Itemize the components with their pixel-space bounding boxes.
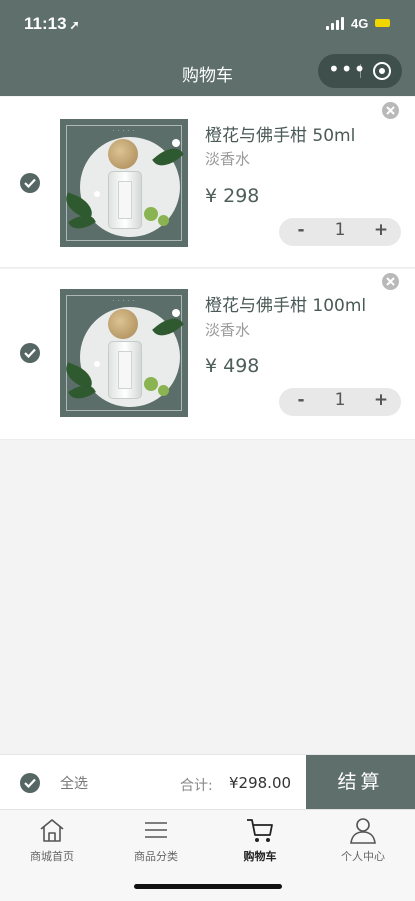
close-icon [386,106,395,115]
quantity-stepper: - 1 + [279,388,401,416]
checkout-button[interactable]: 结算 [306,755,415,810]
check-icon [24,348,36,358]
total-label: 合计: [180,778,213,794]
item-checkbox[interactable] [20,173,40,193]
remove-item-button[interactable] [382,273,399,290]
check-icon [24,778,36,788]
tab-categories[interactable]: 商品分类 [106,816,206,864]
remove-item-button[interactable] [382,102,399,119]
network-type: 4G [351,16,369,31]
increase-button[interactable]: + [371,390,391,410]
home-indicator [134,884,282,889]
cart-item: · · · · · 橙花与佛手柑 50ml 淡香水 ¥ 298 - 1 + [0,97,415,268]
quantity-value[interactable]: 1 [325,390,355,410]
decrease-button[interactable]: - [291,390,311,410]
more-icon[interactable]: ••• [328,59,365,80]
product-subtitle: 淡香水 [205,321,251,339]
cart-icon [247,819,273,842]
product-image[interactable]: · · · · · [60,119,188,247]
product-image[interactable]: · · · · · [60,289,188,417]
user-icon [350,818,376,844]
select-all-label[interactable]: 全选 [60,773,88,793]
increase-button[interactable]: + [371,220,391,240]
tab-cart[interactable]: 购物车 [210,816,310,864]
cart-item: · · · · · 橙花与佛手柑 100ml 淡香水 ¥ 498 - 1 + [0,269,415,440]
product-subtitle: 淡香水 [205,150,251,168]
tab-label: 个人中心 [341,850,385,863]
close-miniprogram-icon[interactable] [373,62,391,80]
tab-profile[interactable]: 个人中心 [313,816,413,864]
select-all-checkbox[interactable] [20,773,40,793]
signal-icon [326,17,346,30]
brand-mark: · · · · · [112,298,136,304]
quantity-stepper: - 1 + [279,218,401,246]
tab-label: 购物车 [243,850,277,863]
quantity-value[interactable]: 1 [325,220,355,240]
location-arrow-icon: ➚ [69,18,80,32]
product-name[interactable]: 橙花与佛手柑 50ml [205,121,355,146]
battery-icon [375,19,390,27]
decrease-button[interactable]: - [291,220,311,240]
checkout-bar: 全选 合计: ¥298.00 结算 [0,754,415,810]
tab-label: 商品分类 [134,850,178,863]
tab-label: 商城首页 [30,850,74,863]
item-checkbox[interactable] [20,343,40,363]
close-icon [386,277,395,286]
status-time: 11:13 ➚ [24,14,80,33]
product-price: ¥ 498 [205,355,260,377]
list-icon [145,822,167,838]
home-icon [40,819,64,842]
tab-home[interactable]: 商城首页 [2,816,102,864]
capsule-divider [360,64,361,78]
miniprogram-capsule: ••• [318,54,402,88]
status-bar: 11:13 ➚ 4G [0,0,415,48]
product-name[interactable]: 橙花与佛手柑 100ml [205,291,366,316]
brand-mark: · · · · · [112,128,136,134]
total-value: ¥298.00 [229,774,292,792]
check-icon [24,178,36,188]
product-price: ¥ 298 [205,185,260,207]
